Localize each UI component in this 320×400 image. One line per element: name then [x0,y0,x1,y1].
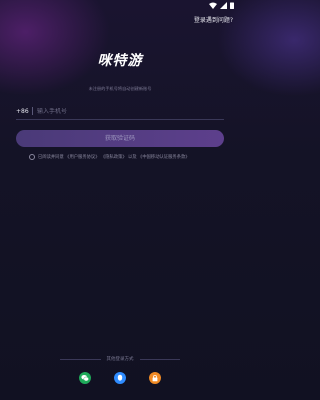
divider-left [60,358,101,360]
wechat-login-button[interactable] [79,372,91,384]
login-help-link[interactable]: 登录遇到问题? [194,15,233,24]
agreement-row: 已阅读并同意 《用户服务协议》 《隐私政策》 以及 《中国移动认证服务条款》 [29,154,226,160]
get-code-button[interactable]: 获取验证码 [16,130,224,147]
mobile-agreement-link[interactable]: 《中国移动认证服务条款》 [138,155,190,160]
signal-icon [220,2,227,9]
register-hint: 未注册的手机号将自动创建新账号 [88,86,152,91]
other-login-divider: 其他登录方式 [60,356,180,362]
country-code[interactable]: +86 [16,108,32,115]
password-login-button[interactable] [149,372,161,384]
privacy-policy-link[interactable]: 《隐私政策》 [101,155,127,160]
lock-icon [152,374,158,382]
phone-input-row: +86 [16,103,224,120]
agreement-connector: 以及 [128,155,137,160]
divider [32,107,33,115]
wechat-icon [81,375,89,382]
agree-checkbox[interactable] [29,154,35,160]
user-agreement-link[interactable]: 《用户服务协议》 [65,155,99,160]
qq-login-button[interactable] [114,372,126,384]
status-icons [209,2,234,9]
other-login-label: 其他登录方式 [106,357,134,362]
wifi-icon [209,2,217,9]
battery-icon [230,2,234,9]
qq-icon [117,374,123,381]
agreement-text: 已阅读并同意 《用户服务协议》 《隐私政策》 以及 《中国移动认证服务条款》 [38,154,190,160]
app-logo: 咪特游 [97,53,143,69]
agreement-prefix: 已阅读并同意 [38,155,64,160]
divider-right [139,358,180,360]
phone-input[interactable] [37,107,224,115]
status-bar [0,0,240,12]
social-login-icons [0,372,240,384]
